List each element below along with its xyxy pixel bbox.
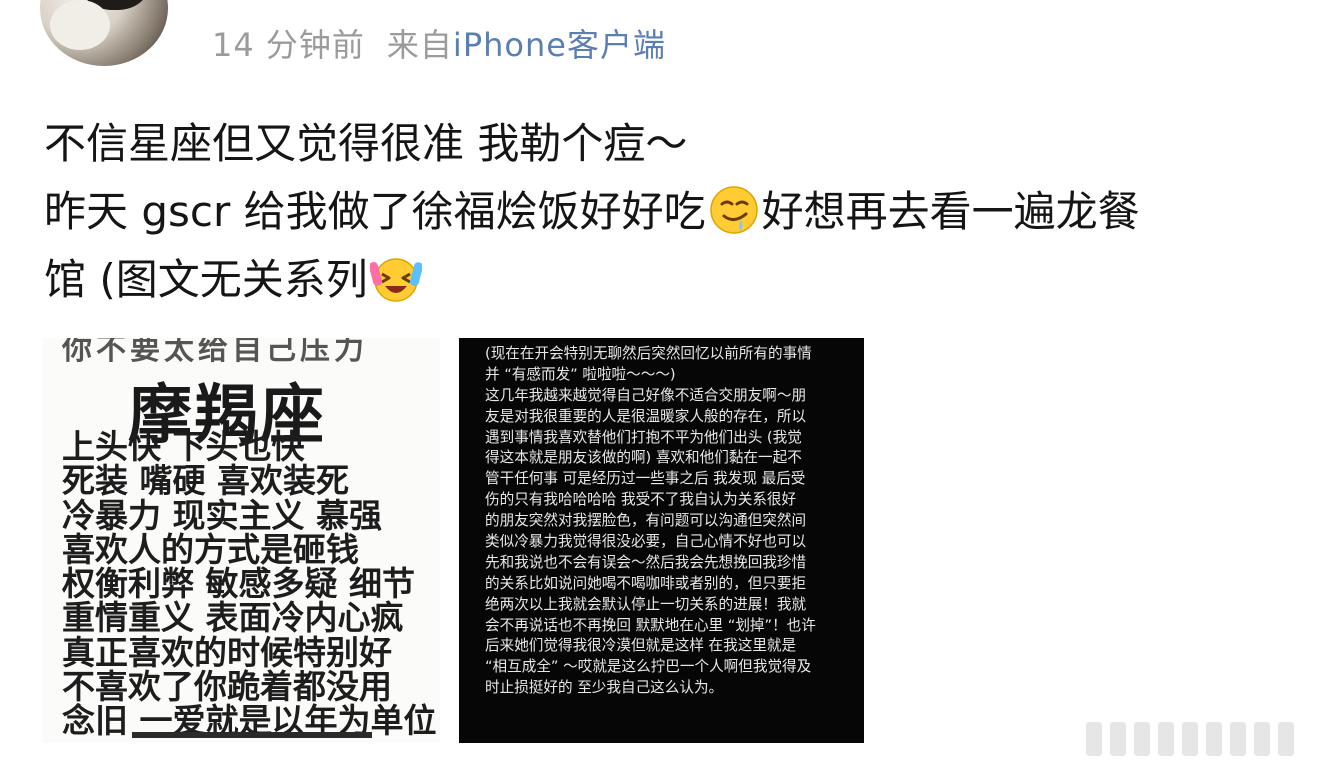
image-text-lines: 上头快 下头也快 死装 嘴硬 喜欢装死 冷暴力 现实主义 慕强 喜欢人的方式是砸… (62, 427, 437, 739)
watermark-bar (1230, 722, 1246, 756)
note-line: (现在在开会特别无聊然后突然回忆以前所有的事情 (485, 345, 812, 362)
post-meta: 14 分钟前 来自iPhone客户端 (212, 20, 666, 66)
post-header: 14 分钟前 来自iPhone客户端 (0, 0, 1320, 80)
avatar[interactable] (40, 0, 168, 66)
note-line: 的朋友突然对我摆脸色，有问题可以沟通但突然间 (485, 512, 807, 530)
via-prefix: 来自 (386, 26, 453, 64)
drooling-face-emoji-icon (709, 186, 758, 234)
via-source-link[interactable]: iPhone客户端 (453, 26, 666, 64)
watermark-bars (1086, 718, 1316, 758)
image-text-line: 不喜欢了你跪着都没用 (62, 667, 392, 707)
watermark-bar (1254, 722, 1270, 756)
post-line: 昨天 gscr 给我做了徐福烩饭好好吃 好想再去看一遍龙餐 (44, 178, 1294, 246)
image-text-line: 真正喜欢的时候特别好 (62, 632, 392, 672)
post-line: 馆 (图文无关系列 (44, 246, 1294, 314)
post-line: 不信星座但又觉得很准 我勒个痘～ (44, 119, 688, 168)
image-text-line: 冷暴力 现实主义 慕强 (62, 495, 382, 535)
post-image-capricorn[interactable]: 你不要太给自己压力 摩羯座 上头快 下头也快 死装 嘴硬 喜欢装死 冷暴力 现实… (42, 338, 440, 743)
image-text-line: 权衡利弊 敏感多疑 细节 (62, 564, 415, 604)
note-line: 的关系比如说问她喝不喝咖啡或者别的，但只要拒 (485, 574, 807, 592)
avatar-fur-light (50, 0, 110, 50)
note-line: 会不再说话也不再挽回 默默地在心里 “划掉”！也许 (485, 616, 816, 634)
image-text-line: 死装 嘴硬 喜欢装死 (62, 461, 349, 501)
note-line: 并 “有感而发” 啦啦啦～～～) (485, 365, 676, 383)
post-text: 不信星座但又觉得很准 我勒个痘～ 昨天 gscr 给我做了徐福烩饭好好吃 好想再… (44, 110, 1294, 314)
note-line: 后来她们觉得我很冷漠但就是这样 在我这里就是 (485, 637, 797, 655)
watermark-bar (1278, 722, 1294, 756)
note-text: (现在在开会特别无聊然后突然回忆以前所有的事情 并 “有感而发” 啦啦啦～～～)… (485, 344, 845, 699)
image-text-line: 喜欢人的方式是砸钱 (62, 529, 359, 569)
image-text-line: 上头快 下头也快 (62, 427, 305, 466)
note-line: “相互成全” ～哎就是这么拧巴一个人啊但我觉得及 (485, 658, 812, 676)
post-line-segment: 好想再去看一遍龙餐 (761, 187, 1140, 236)
note-line: 遇到事情我喜欢替他们打抱不平为他们出头 (我觉 (485, 428, 802, 446)
image-text-line: 重情重义 表面冷内心疯 (62, 598, 404, 638)
watermark-bar (1110, 722, 1126, 756)
watermark-bar (1206, 722, 1222, 756)
watermark-bar (1182, 722, 1198, 756)
note-line: 友是对我很重要的人是很温暖家人般的存在，所以 (485, 407, 807, 425)
laughing-crying-emoji-icon (369, 258, 422, 302)
watermark-bar (1086, 722, 1102, 756)
note-line: 绝两次以上我就会默认停止一切关系的进展！我就 (485, 595, 807, 613)
post-line-segment: 馆 (图文无关系列 (44, 255, 368, 304)
note-line: 这几年我越来越觉得自己好像不适合交朋友啊～朋 (485, 386, 807, 404)
image-cropped-stroke (132, 732, 372, 743)
note-line: 类似冷暴力我觉得很没必要，自己心情不好也可以 (485, 533, 807, 551)
watermark-bar (1158, 722, 1174, 756)
note-line: 管干任何事 可是经历过一些事之后 我发现 最后受 (485, 470, 806, 488)
post-time: 14 分钟前 (212, 26, 365, 64)
post-image-note[interactable]: (现在在开会特别无聊然后突然回忆以前所有的事情 并 “有感而发” 啦啦啦～～～)… (459, 338, 864, 743)
note-line: 先和我说也不会有误会～然后我会先想挽回我珍惜 (485, 553, 807, 571)
note-line: 得这本就是朋友该做的啊) 喜欢和他们黏在一起不 (485, 449, 802, 467)
watermark-bar (1134, 722, 1150, 756)
note-line: 时止损挺好的 至少我自己这么认为。 (485, 679, 724, 697)
post-line-segment: 昨天 gscr 给我做了徐福烩饭好好吃 (44, 187, 706, 236)
note-line: 伤的只有我哈哈哈哈 我受不了我自认为关系很好 (485, 491, 797, 509)
